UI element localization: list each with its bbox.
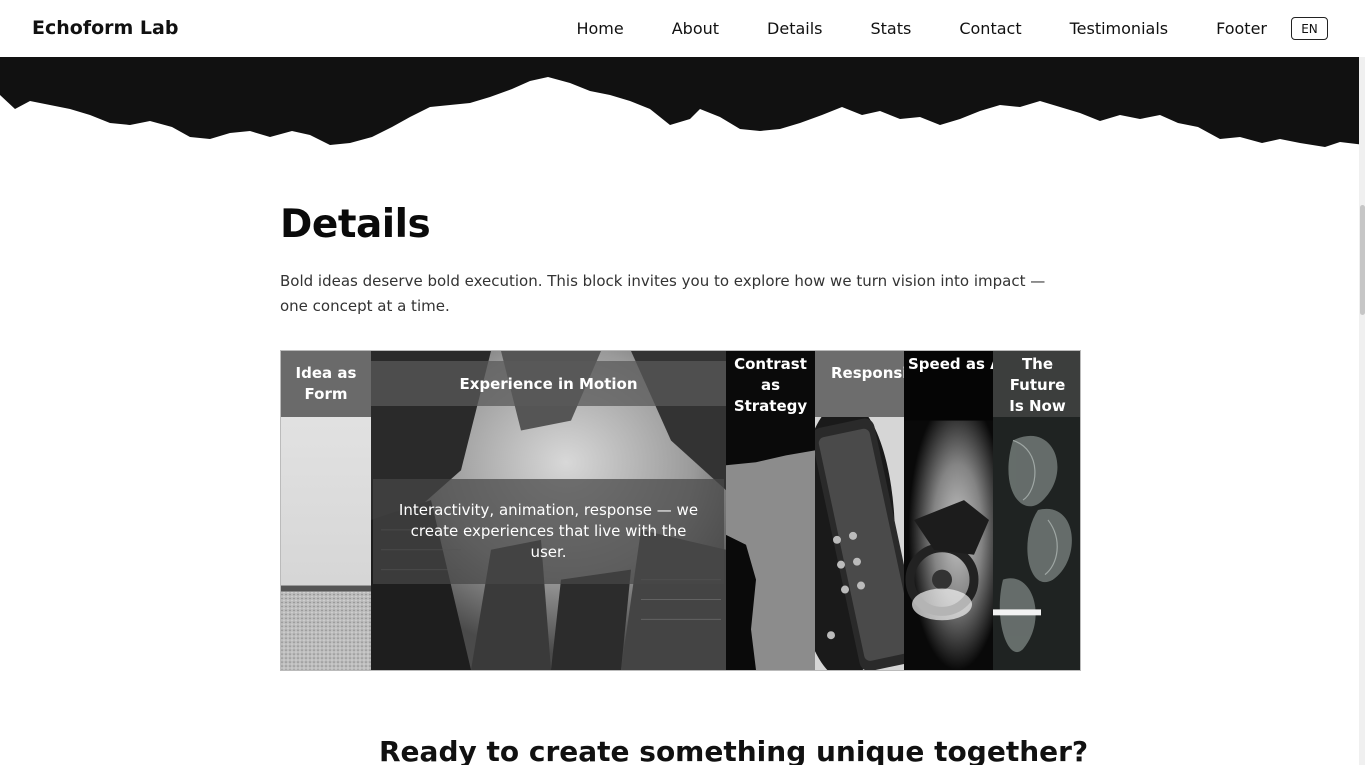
panel-caption: Interactivity, animation, response — we … (373, 479, 724, 584)
site-header: Echoform Lab Home About Details Stats Co… (0, 0, 1365, 57)
nav-link-contact[interactable]: Contact (959, 19, 1021, 38)
accordion-panel-speed-as-advantage[interactable]: Speed as Advantage (904, 351, 993, 670)
nav-link-footer[interactable]: Footer (1216, 19, 1267, 38)
nav-link-stats[interactable]: Stats (871, 19, 912, 38)
language-switcher-button[interactable]: EN (1291, 17, 1328, 40)
nav-link-about[interactable]: About (672, 19, 719, 38)
nav-link-testimonials[interactable]: Testimonials (1070, 19, 1169, 38)
accordion-panel-experience-in-motion[interactable]: Experience in Motion Interactivity, anim… (371, 351, 726, 670)
accordion-panel-the-future-is-now[interactable]: The Future Is Now (993, 351, 1080, 670)
accordion-tab-label: Idea as Form (281, 351, 371, 417)
details-heading: Details (280, 202, 431, 247)
cta-heading: Ready to create something unique togethe… (379, 735, 1089, 765)
details-description: Bold ideas deserve bold execution. This … (280, 272, 1046, 315)
main-nav: Home About Details Stats Contact Testimo… (576, 0, 1267, 57)
nav-link-details[interactable]: Details (767, 19, 822, 38)
accordion-tab-label: Contrast as Strategy (733, 355, 808, 415)
accordion-tab-label: Responsive Design (815, 351, 904, 417)
accordion-panel-contrast-as-strategy[interactable]: Contrast as Strategy (726, 351, 815, 670)
torn-paper-banner (0, 57, 1365, 147)
accordion-panel-responsive-design[interactable]: Responsive Design (815, 351, 904, 670)
accordion-panel-idea-as-form[interactable]: Idea as Form (281, 351, 371, 670)
accordion-tab-label: Experience in Motion (371, 361, 726, 406)
accordion-tab-label: Speed as Advantage (908, 355, 993, 373)
feature-accordion: Idea as Form Experience in Motion Intera… (280, 350, 1081, 671)
page-scrollbar[interactable] (1359, 57, 1365, 765)
page-scrollbar-thumb[interactable] (1360, 205, 1365, 315)
brand-logo[interactable]: Echoform Lab (32, 17, 178, 39)
motorcycle-smoke-image (904, 351, 993, 670)
nav-link-home[interactable]: Home (576, 19, 623, 38)
accordion-tab-label: The Future Is Now (993, 351, 1080, 417)
